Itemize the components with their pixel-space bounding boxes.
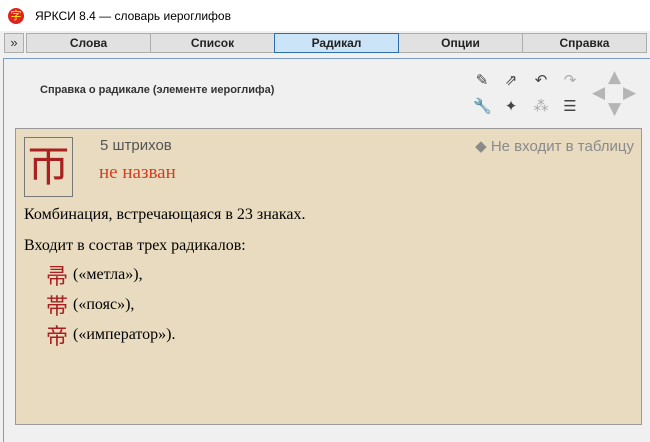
radical-link[interactable]: 帝 <box>46 319 68 351</box>
tab-radical[interactable]: Радикал <box>274 33 399 53</box>
arrow-up-icon[interactable]: ▲ <box>608 67 621 87</box>
menu-circle-icon[interactable]: ☰ <box>561 97 579 115</box>
radical-name: не назван <box>99 162 176 183</box>
radical-meaning: («метла»), <box>73 266 143 283</box>
radical-link[interactable]: 帯 <box>46 289 68 321</box>
arrow-right-icon[interactable]: ▶ <box>623 83 636 103</box>
radical-panel: Справка о радикале (элементе иероглифа) … <box>3 58 650 442</box>
radical-meaning: («пояс»), <box>73 296 135 313</box>
back-icon[interactable]: ↶ <box>532 71 550 89</box>
share-icon[interactable]: ⇗ <box>502 71 520 89</box>
page-title: Справка о радикале (элементе иероглифа) <box>40 84 275 96</box>
table-status[interactable]: ◆ Не входит в таблицу <box>475 137 634 155</box>
notes-icon[interactable]: ✎ <box>473 71 491 89</box>
combination-text: Комбинация, встречающаяся в 23 знаках. <box>24 206 306 223</box>
expand-button[interactable]: » <box>4 33 24 53</box>
wrench-icon[interactable]: 🔧 <box>473 97 492 115</box>
title-bar: 字 ЯРКСИ 8.4 — словарь иероглифов <box>0 0 650 31</box>
list-item[interactable]: 帝 («император»). <box>46 319 176 351</box>
tab-list[interactable]: Список <box>150 33 275 53</box>
radical-glyph: 帀 <box>24 137 73 197</box>
tab-words[interactable]: Слова <box>26 33 151 53</box>
flashlight-icon[interactable]: ✦ <box>502 97 520 115</box>
stroke-count: 5 штрихов <box>100 137 172 154</box>
graph-icon[interactable]: ⁂ <box>532 97 550 115</box>
included-in-text: Входит в состав трех радикалов: <box>24 237 246 254</box>
window-title: ЯРКСИ 8.4 — словарь иероглифов <box>35 8 231 23</box>
tab-bar: » Слова Список Радикал Опции Справка <box>4 33 650 54</box>
tab-options[interactable]: Опции <box>398 33 523 53</box>
list-item[interactable]: 帚 («метла»), <box>46 259 143 291</box>
tab-help[interactable]: Справка <box>522 33 647 53</box>
arrow-left-icon[interactable]: ◀ <box>592 83 605 103</box>
radical-info-card: 帀 5 штрихов не назван ◆ Не входит в табл… <box>15 128 642 425</box>
forward-icon[interactable]: ↷ <box>561 71 579 89</box>
arrow-down-icon[interactable]: ▼ <box>608 99 621 119</box>
radical-link[interactable]: 帚 <box>46 259 68 291</box>
app-logo-icon: 字 <box>8 7 24 24</box>
radical-meaning: («император»). <box>73 326 176 343</box>
list-item[interactable]: 帯 («пояс»), <box>46 289 134 321</box>
